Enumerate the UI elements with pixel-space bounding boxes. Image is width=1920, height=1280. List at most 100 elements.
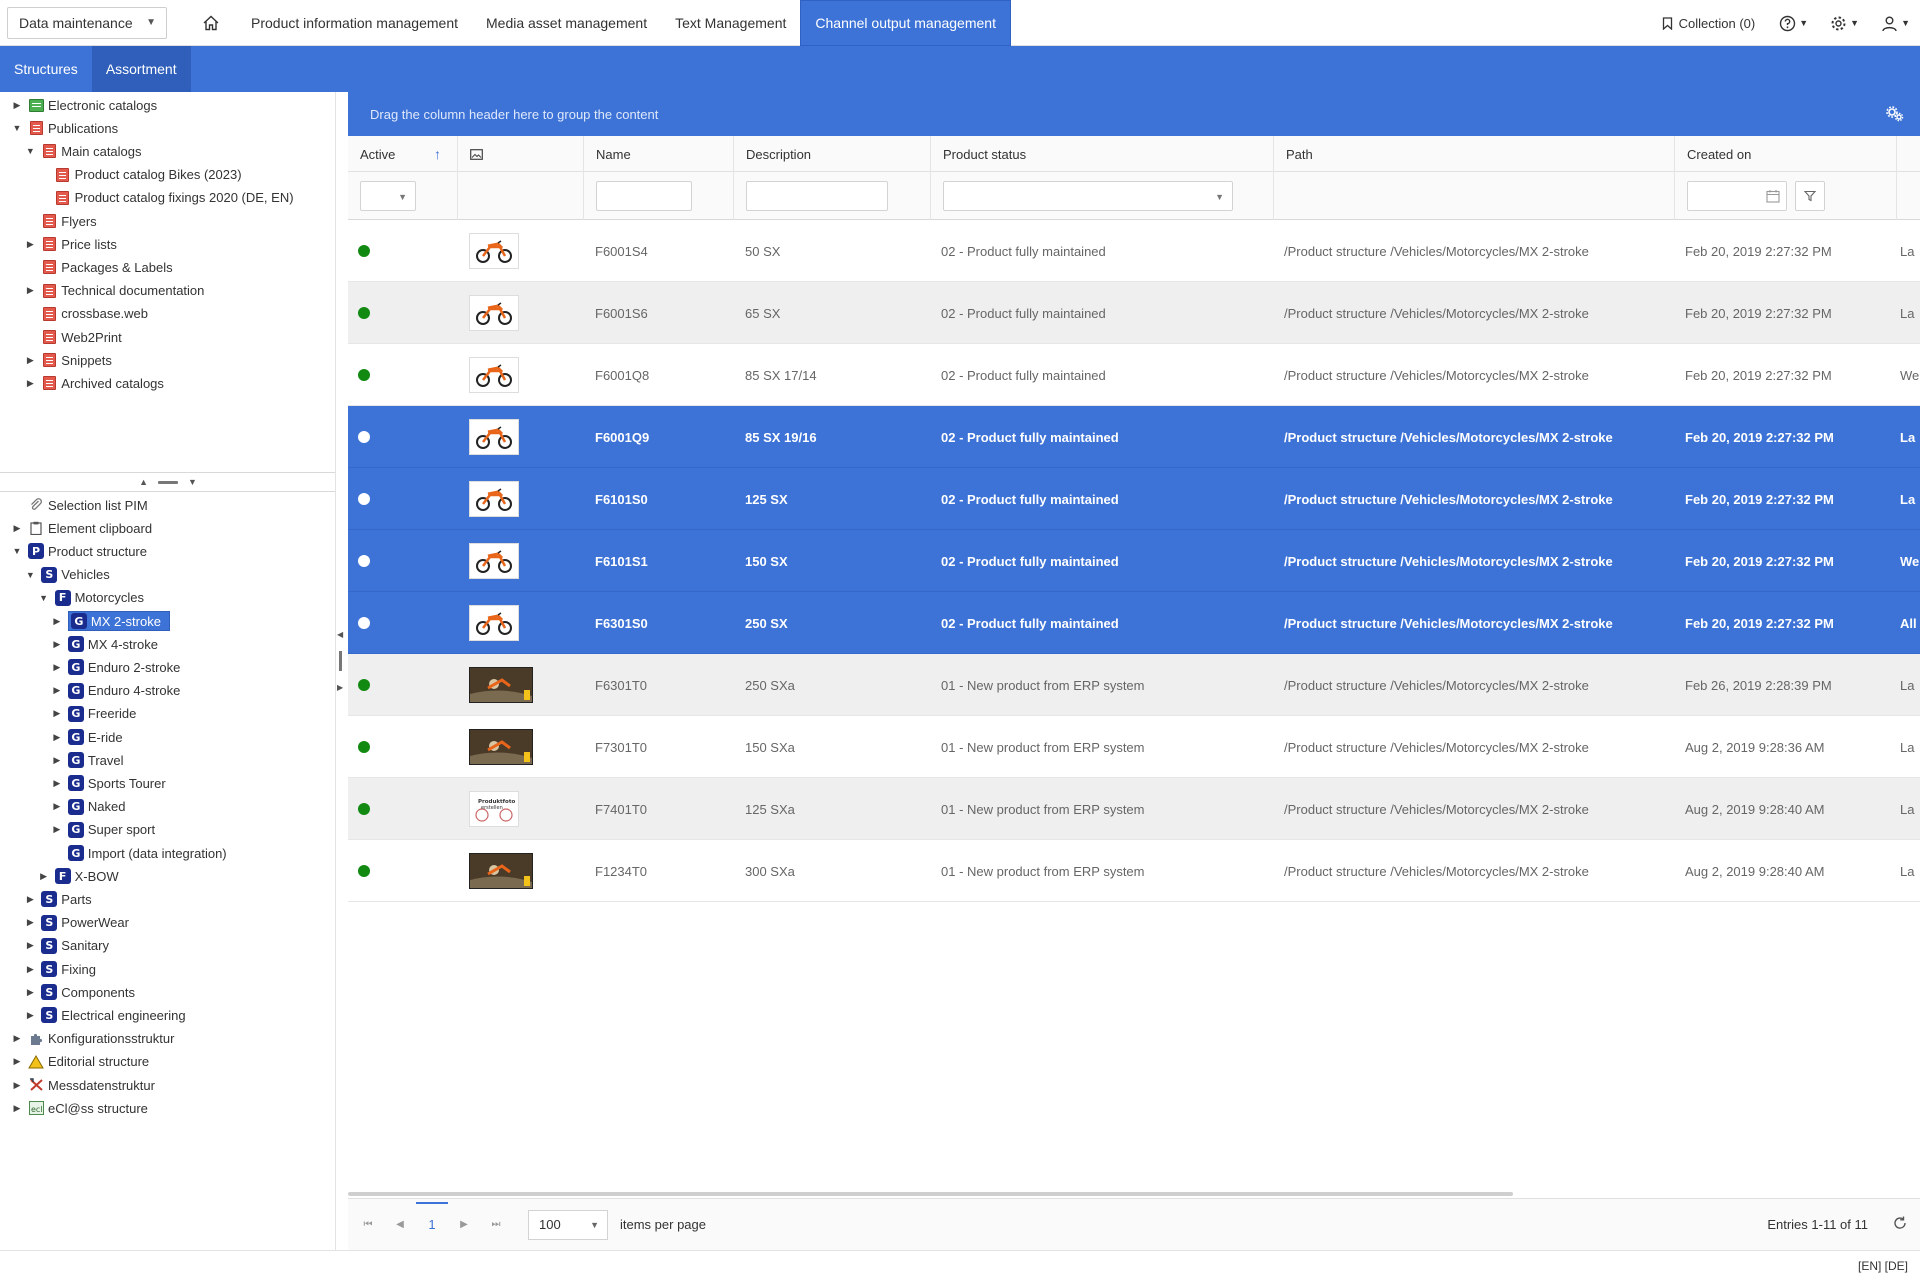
- product-thumbnail[interactable]: [469, 605, 519, 641]
- tree-node[interactable]: ▶ G Super sport: [52, 818, 155, 842]
- tree-node[interactable]: Flyers: [25, 209, 97, 233]
- caret-right-icon[interactable]: ▶: [52, 824, 62, 835]
- tree-node[interactable]: ▼ Main catalogs: [25, 139, 142, 163]
- image-cell[interactable]: [469, 344, 519, 406]
- caret-down-icon[interactable]: ▼: [39, 593, 49, 603]
- caret-right-icon[interactable]: ▶: [25, 285, 35, 296]
- tree-node[interactable]: ▼ P Product structure: [12, 539, 147, 563]
- tree-node[interactable]: ▶ G MX 2-stroke: [52, 609, 170, 633]
- table-row[interactable]: F6301S0 250 SX 02 - Product fully maintain…: [348, 592, 1920, 654]
- first-page-button[interactable]: ⏮: [352, 1219, 384, 1230]
- product-thumbnail[interactable]: [469, 295, 519, 331]
- drag-handle-icon[interactable]: [339, 651, 342, 671]
- caret-right-icon[interactable]: ▶: [12, 1103, 22, 1114]
- column-header-active[interactable]: Active ↑: [348, 136, 458, 172]
- name-filter-input[interactable]: [596, 181, 692, 211]
- arrow-down-icon[interactable]: ▼: [188, 477, 197, 487]
- product-thumbnail[interactable]: [469, 853, 533, 889]
- home-button[interactable]: [191, 0, 231, 46]
- image-cell[interactable]: [469, 220, 519, 282]
- user-menu-button[interactable]: ▼: [1881, 15, 1910, 32]
- tree-node[interactable]: ▶ S PowerWear: [25, 911, 129, 935]
- product-thumbnail[interactable]: [469, 419, 519, 455]
- drag-handle-icon[interactable]: [158, 480, 178, 484]
- caret-right-icon[interactable]: ▶: [52, 732, 62, 743]
- image-cell[interactable]: [469, 468, 519, 530]
- tree-node[interactable]: ▶ Messdatenstruktur: [12, 1073, 155, 1097]
- caret-right-icon[interactable]: ▶: [25, 378, 35, 389]
- module-tab[interactable]: Media asset management: [472, 0, 661, 46]
- image-cell[interactable]: [469, 654, 533, 716]
- caret-right-icon[interactable]: ▶: [12, 523, 22, 534]
- column-header-name[interactable]: Name: [584, 136, 734, 172]
- tree-node[interactable]: crossbase.web: [25, 302, 148, 326]
- caret-right-icon[interactable]: ▶: [25, 964, 35, 975]
- image-cell[interactable]: [469, 716, 533, 778]
- product-status-filter-select[interactable]: ▼: [943, 181, 1233, 211]
- tree-node[interactable]: ▶ G Travel: [52, 748, 124, 772]
- caret-right-icon[interactable]: ▶: [52, 801, 62, 812]
- tree-node[interactable]: ▼ S Vehicles: [25, 563, 110, 587]
- tree-splitter[interactable]: ▲ ▼: [0, 472, 335, 492]
- image-cell[interactable]: Produktfoto erstellen: [469, 778, 519, 840]
- table-row[interactable]: F6101S0 125 SX 02 - Product fully maintain…: [348, 468, 1920, 530]
- next-page-button[interactable]: ▶: [448, 1219, 480, 1230]
- product-thumbnail[interactable]: [469, 233, 519, 269]
- selected-node[interactable]: G MX 2-stroke: [67, 611, 170, 631]
- tree-node[interactable]: ▶ G Enduro 4-stroke: [52, 679, 180, 703]
- module-tab[interactable]: Text Management: [661, 0, 800, 46]
- product-thumbnail[interactable]: [469, 729, 533, 765]
- column-header-path[interactable]: Path: [1274, 136, 1675, 172]
- caret-down-icon[interactable]: ▼: [12, 123, 22, 133]
- created-on-filter-input[interactable]: [1687, 181, 1787, 211]
- caret-right-icon[interactable]: ▶: [52, 755, 62, 766]
- tree-node[interactable]: ▶ S Electrical engineering: [25, 1003, 186, 1027]
- caret-right-icon[interactable]: ▶: [25, 894, 35, 905]
- caret-right-icon[interactable]: ▶: [52, 639, 62, 650]
- tree-node[interactable]: ▶ Archived catalogs: [25, 371, 164, 395]
- image-cell[interactable]: [469, 282, 519, 344]
- panel-collapse-handle[interactable]: ◀ ▶: [337, 630, 347, 692]
- caret-right-icon[interactable]: ▶: [12, 1056, 22, 1067]
- table-row[interactable]: F6101S1 150 SX 02 - Product fully maintain…: [348, 530, 1920, 592]
- caret-right-icon[interactable]: ▶: [25, 1010, 35, 1021]
- arrow-up-icon[interactable]: ▲: [139, 477, 148, 487]
- collection-button[interactable]: Collection (0): [1662, 16, 1755, 31]
- product-thumbnail[interactable]: Produktfoto erstellen: [469, 791, 519, 827]
- caret-right-icon[interactable]: ▶: [52, 662, 62, 673]
- page-size-select[interactable]: 100 ▼: [528, 1209, 608, 1240]
- caret-right-icon[interactable]: ▶: [12, 1080, 22, 1091]
- caret-down-icon[interactable]: ▼: [12, 546, 22, 556]
- tree-node[interactable]: ▼ Publications: [12, 116, 119, 140]
- caret-right-icon[interactable]: ▶: [25, 355, 35, 366]
- table-row[interactable]: F1234T0 300 SXa 01 - New product from ERP …: [348, 840, 1920, 902]
- table-row[interactable]: F6001Q8 85 SX 17/14 02 - Product fully mai…: [348, 344, 1920, 406]
- product-thumbnail[interactable]: [469, 357, 519, 393]
- caret-right-icon[interactable]: ▶: [12, 1033, 22, 1044]
- column-header-image[interactable]: [458, 136, 584, 172]
- column-header-product-status[interactable]: Product status: [931, 136, 1274, 172]
- tree-node[interactable]: ▶ Konfigurationsstruktur: [12, 1027, 175, 1051]
- caret-right-icon[interactable]: ▶: [52, 778, 62, 789]
- table-row[interactable]: F6001S6 65 SX 02 - Product fully maintaine…: [348, 282, 1920, 344]
- tree-node[interactable]: ▶ Price lists: [25, 232, 117, 256]
- table-row[interactable]: F6001S4 50 SX 02 - Product fully maintaine…: [348, 220, 1920, 282]
- product-thumbnail[interactable]: [469, 481, 519, 517]
- tree-node[interactable]: G Import (data integration): [52, 841, 227, 865]
- caret-right-icon[interactable]: ▶: [52, 708, 62, 719]
- tree-node[interactable]: ▶ G Enduro 2-stroke: [52, 655, 180, 679]
- image-cell[interactable]: [469, 840, 533, 902]
- caret-down-icon[interactable]: ▼: [25, 146, 35, 156]
- column-header-description[interactable]: Description: [734, 136, 931, 172]
- table-row[interactable]: F7301T0 150 SXa 01 - New product from ERP …: [348, 716, 1920, 778]
- previous-page-button[interactable]: ◀: [384, 1219, 416, 1230]
- caret-right-icon[interactable]: ▶: [25, 917, 35, 928]
- tree-node[interactable]: ▶ S Sanitary: [25, 934, 109, 958]
- tree-node[interactable]: Selection list PIM: [12, 493, 148, 517]
- tree-node[interactable]: Product catalog Bikes (2023): [39, 163, 242, 187]
- calendar-icon[interactable]: [1766, 189, 1780, 203]
- tree-node[interactable]: ▶ S Components: [25, 980, 135, 1004]
- caret-right-icon[interactable]: ▶: [52, 616, 62, 627]
- settings-menu-button[interactable]: ▼: [1830, 15, 1859, 32]
- caret-right-icon[interactable]: ▶: [39, 871, 49, 882]
